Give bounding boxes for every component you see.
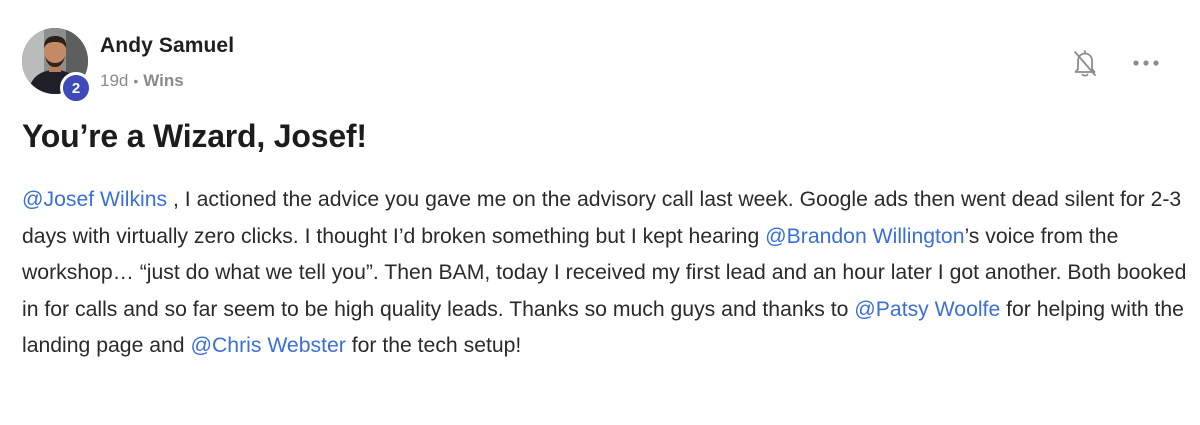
- notification-toggle-button[interactable]: [1068, 45, 1102, 81]
- mention-chris-webster[interactable]: @Chris Webster: [190, 334, 345, 357]
- author-name[interactable]: Andy Samuel: [100, 34, 234, 58]
- post-time[interactable]: 19d: [100, 71, 128, 91]
- mention-patsy-woolfe[interactable]: @Patsy Woolfe: [854, 298, 1000, 321]
- more-options-button[interactable]: [1126, 48, 1166, 78]
- post-title: You’re a Wizard, Josef!: [22, 118, 367, 154]
- level-badge: 2: [60, 72, 92, 104]
- bell-off-icon: [1074, 50, 1096, 77]
- post-category[interactable]: Wins: [143, 71, 183, 91]
- mention-brandon-willington[interactable]: @Brandon Willington: [765, 225, 964, 248]
- more-horizontal-icon: [1133, 60, 1159, 66]
- body-text-segment: for the tech setup!: [345, 334, 522, 358]
- post-meta: 19d • Wins: [100, 71, 184, 91]
- author-avatar-wrap[interactable]: 2: [22, 28, 92, 104]
- mention-josef-wilkins[interactable]: @Josef Wilkins: [22, 188, 167, 211]
- post-body: @Josef Wilkins , I actioned the advice y…: [22, 182, 1192, 365]
- meta-separator: •: [133, 73, 139, 89]
- community-post: 2 Andy Samuel 19d • Wins You’re a Wizard…: [0, 0, 1200, 425]
